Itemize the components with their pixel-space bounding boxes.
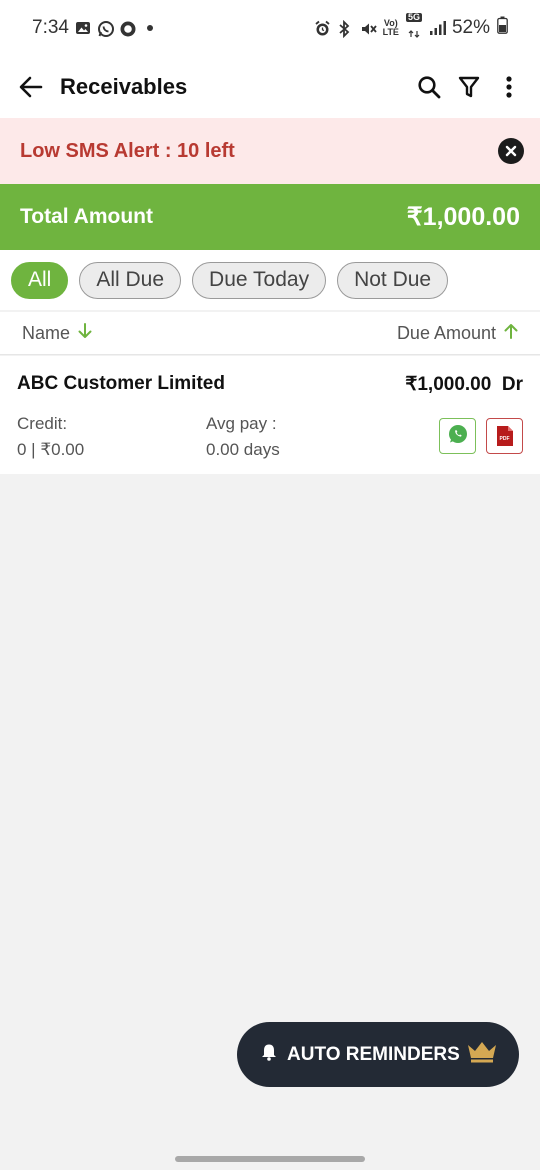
auto-reminders-button[interactable]: AUTO REMINDERS [237, 1022, 519, 1087]
filter-chip-due-today[interactable]: Due Today [192, 261, 327, 299]
status-right: Vo) LTE 5G 52% [314, 11, 508, 44]
filter-chip-not-due[interactable]: Not Due [337, 261, 449, 299]
volte-lte-indicator: Vo) LTE [383, 19, 399, 37]
credit-label: Credit: [17, 414, 68, 433]
avg-pay-value: 0.00 days [206, 440, 280, 459]
app-bar: Receivables [0, 56, 540, 118]
total-amount-label: Total Amount [20, 205, 153, 228]
record-icon [119, 20, 136, 37]
filter-chip-all-due[interactable]: All Due [79, 261, 182, 299]
pdf-download-button[interactable]: PDF [486, 418, 523, 454]
whatsapp-icon [447, 423, 469, 450]
bluetooth-icon [337, 19, 353, 39]
data-arrows-icon [408, 22, 420, 44]
crown-icon [466, 1040, 498, 1069]
status-bar: 7:34 Vo) LTE 5G 52% [0, 0, 540, 56]
avg-pay-label: Avg pay : [206, 414, 277, 433]
sort-by-due-amount[interactable]: Due Amount [397, 323, 518, 344]
clock: 7:34 [32, 17, 69, 38]
search-icon[interactable] [416, 74, 442, 100]
low-sms-alert-banner: Low SMS Alert : 10 left [0, 118, 540, 184]
5g-label: 5G [405, 11, 422, 22]
close-icon[interactable] [498, 138, 524, 164]
battery-icon [497, 16, 508, 40]
gallery-icon [75, 20, 91, 36]
due-amount-column-label: Due Amount [396, 322, 496, 343]
list-item[interactable]: ABC Customer Limited ₹1,000.00 Dr Credit… [0, 356, 540, 474]
bell-icon [261, 1043, 277, 1066]
lte-label: LTE [382, 27, 399, 37]
filter-chips: All All Due Due Today Not Due [0, 250, 540, 310]
more-notifications-dot-icon [146, 25, 153, 31]
column-header: Name Due Amount [0, 312, 540, 355]
mute-icon [360, 20, 377, 36]
pdf-icon: PDF [496, 426, 513, 446]
status-left: 7:34 [32, 17, 153, 39]
filter-icon[interactable] [456, 74, 482, 100]
low-sms-alert-text: Low SMS Alert : 10 left [20, 139, 235, 162]
whatsapp-notification-icon [97, 20, 114, 37]
signal-icon [429, 20, 446, 36]
alarm-icon [314, 20, 330, 36]
pdf-icon-label: PDF [499, 436, 510, 442]
whatsapp-share-button[interactable] [439, 418, 476, 454]
auto-reminders-label: AUTO REMINDERS [287, 1043, 460, 1065]
filter-chip-all[interactable]: All [11, 261, 69, 299]
credit-value: 0 | ₹0.00 [17, 440, 85, 459]
total-amount-bar: Total Amount ₹1,000.00 [0, 184, 540, 250]
sort-by-name[interactable]: Name [22, 322, 92, 344]
app-actions [416, 74, 522, 100]
more-vertical-icon[interactable] [496, 74, 522, 100]
battery-percent: 52% [451, 17, 490, 38]
arrow-up-icon [504, 323, 518, 344]
total-amount-value: ₹1,000.00 [406, 203, 520, 231]
customer-name: ABC Customer Limited [17, 373, 225, 394]
name-column-label: Name [22, 322, 71, 343]
arrow-down-icon [78, 322, 92, 344]
5g-indicator: 5G [405, 11, 422, 44]
back-arrow-icon[interactable] [18, 74, 44, 100]
customer-due-amount: ₹1,000.00 Dr [405, 374, 523, 395]
home-indicator[interactable] [175, 1156, 365, 1162]
page-title: Receivables [60, 74, 188, 99]
